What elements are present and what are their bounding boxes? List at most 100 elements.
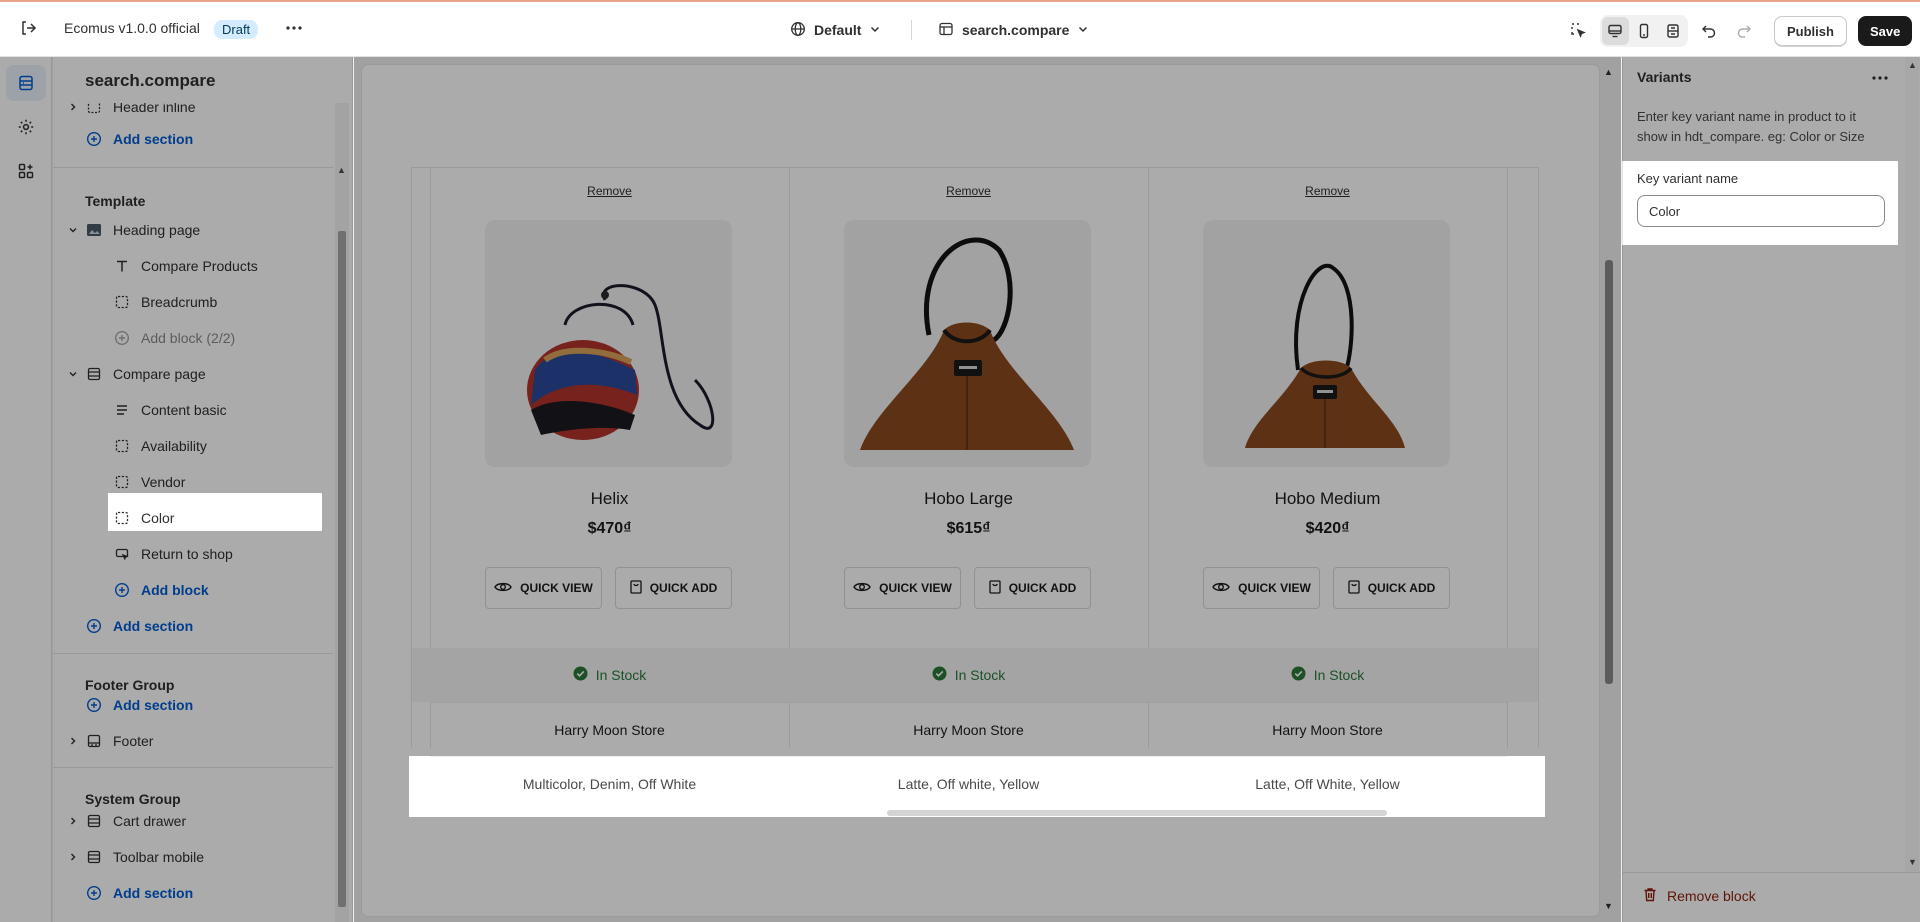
block-icon <box>113 509 131 527</box>
preview-scrollbar[interactable]: ▲ ▼ <box>1601 65 1617 916</box>
redo-icon[interactable] <box>1732 18 1756 42</box>
sections-icon[interactable] <box>6 65 46 101</box>
quick-add-button[interactable]: QUICK ADD <box>1333 567 1450 609</box>
add-section-label: Add section <box>113 697 194 713</box>
chevron-right-icon[interactable] <box>65 813 81 829</box>
add-block-button-disabled[interactable]: Add block (2/2) <box>53 322 333 354</box>
divider <box>53 167 333 168</box>
tree-item-vendor[interactable]: Vendor <box>53 466 333 498</box>
quick-add-label: QUICK ADD <box>1367 581 1436 595</box>
product-name[interactable]: Helix <box>430 489 789 509</box>
tree-item-availability[interactable]: Availability <box>53 430 333 462</box>
scroll-up-icon[interactable]: ▲ <box>1604 67 1613 77</box>
theme-selector[interactable]: Default <box>790 16 881 44</box>
add-section-button[interactable]: Add section <box>53 877 333 909</box>
text-icon <box>113 257 131 275</box>
add-block-label: Add block (2/2) <box>141 330 236 346</box>
tree-item-content-basic[interactable]: Content basic <box>53 394 333 426</box>
desktop-view-icon[interactable] <box>1602 17 1629 45</box>
save-button[interactable]: Save <box>1858 16 1913 46</box>
check-circle-icon <box>573 666 588 684</box>
remove-link[interactable]: Remove <box>430 184 789 198</box>
left-panel-scrollbar[interactable]: ▲ ▼ <box>335 103 349 922</box>
plus-circle-icon <box>85 130 103 148</box>
divider <box>53 653 333 654</box>
device-switcher <box>1600 15 1688 47</box>
availability-row: In Stock In Stock In Stock <box>412 648 1538 702</box>
product-image-hobo-large[interactable] <box>844 220 1091 467</box>
bag-icon <box>630 579 642 597</box>
scrollbar-thumb[interactable] <box>338 231 346 907</box>
product-name[interactable]: Hobo Large <box>789 489 1148 509</box>
quick-view-button[interactable]: QUICK VIEW <box>1203 567 1320 609</box>
undo-icon[interactable] <box>1697 18 1721 42</box>
block-icon <box>113 293 131 311</box>
tree-item-color[interactable]: Color <box>53 502 333 534</box>
more-actions-icon[interactable] <box>1867 66 1893 90</box>
fullscreen-view-icon[interactable] <box>1659 17 1686 45</box>
remove-block-button[interactable]: Remove block <box>1643 887 1756 905</box>
chevron-down-icon[interactable] <box>65 222 81 238</box>
vendor-value: Harry Moon Store <box>789 702 1148 756</box>
remove-block-label: Remove block <box>1667 888 1756 904</box>
quick-view-button[interactable]: QUICK VIEW <box>844 567 961 609</box>
inspector-icon[interactable] <box>1566 18 1590 42</box>
tree-item-heading-page[interactable]: Heading page <box>53 214 333 246</box>
remove-link[interactable]: Remove <box>1148 184 1507 198</box>
status-badge: Draft <box>214 20 259 39</box>
tree-item-breadcrumb[interactable]: Breadcrumb <box>53 286 333 318</box>
product-image-helix[interactable] <box>485 220 732 467</box>
add-section-button[interactable]: Add section <box>53 689 333 721</box>
tree-item-label: Compare Products <box>141 258 258 274</box>
tree-item-return-to-shop[interactable]: Return to shop <box>53 538 333 570</box>
apps-icon[interactable] <box>6 153 46 189</box>
block-icon <box>113 437 131 455</box>
scroll-up-icon[interactable]: ▲ <box>337 165 346 175</box>
tree-item-label: Cart drawer <box>113 813 187 829</box>
tree-item-footer[interactable]: Footer <box>53 725 333 757</box>
scrollbar-thumb[interactable] <box>1605 260 1613 684</box>
template-selector[interactable]: search.compare <box>938 16 1089 44</box>
quick-add-button[interactable]: QUICK ADD <box>974 567 1091 609</box>
paragraph-icon <box>113 401 131 419</box>
footer-section-icon <box>85 732 103 750</box>
section-icon <box>85 103 103 116</box>
remove-link[interactable]: Remove <box>789 184 1148 198</box>
horizontal-scrollbar[interactable] <box>887 810 1387 816</box>
product-price: $420₫ <box>1305 520 1350 537</box>
tree-item-toolbar-mobile[interactable]: Toolbar mobile <box>53 841 333 873</box>
mobile-view-icon[interactable] <box>1631 17 1658 45</box>
exit-icon[interactable] <box>16 16 40 40</box>
chevron-down-icon <box>869 22 881 38</box>
chevron-right-icon[interactable] <box>65 849 81 865</box>
image-section-icon <box>85 221 103 239</box>
product-image-hobo-medium[interactable] <box>1203 220 1450 467</box>
tree-item-label: Header inline <box>113 103 196 115</box>
publish-button[interactable]: Publish <box>1774 16 1847 46</box>
button-block-icon <box>113 545 131 563</box>
more-actions-icon[interactable] <box>282 16 306 40</box>
key-variant-input[interactable] <box>1637 195 1885 227</box>
scroll-down-icon[interactable]: ▼ <box>1908 857 1917 867</box>
product-name[interactable]: Hobo Medium <box>1148 489 1507 509</box>
tree-item-compare-products[interactable]: Compare Products <box>53 250 333 282</box>
add-block-button[interactable]: Add block <box>53 574 333 606</box>
tree-item-header-inline[interactable]: Header inline <box>53 103 333 123</box>
add-section-button[interactable]: Add section <box>53 123 333 155</box>
quick-add-button[interactable]: QUICK ADD <box>615 567 732 609</box>
quick-view-button[interactable]: QUICK VIEW <box>485 567 602 609</box>
add-section-label: Add section <box>113 885 194 901</box>
chevron-down-icon[interactable] <box>65 366 81 382</box>
settings-icon[interactable] <box>6 109 46 145</box>
chevron-right-icon[interactable] <box>65 103 81 115</box>
vendor-value: Harry Moon Store <box>430 702 789 756</box>
tree-item-label: Vendor <box>141 474 186 490</box>
tree-item-cart-drawer[interactable]: Cart drawer <box>53 805 333 837</box>
scroll-down-icon[interactable]: ▼ <box>1604 901 1613 911</box>
chevron-right-icon[interactable] <box>65 733 81 749</box>
add-section-button[interactable]: Add section <box>53 610 333 642</box>
tree-item-compare-page[interactable]: Compare page <box>53 358 333 390</box>
scroll-up-icon[interactable]: ▲ <box>1908 60 1917 70</box>
product-column: Remove Hobo Medium $420₫ QUICK VIEW QUIC… <box>1148 168 1507 648</box>
right-panel-scrollbar[interactable]: ▲ ▼ <box>1905 57 1919 872</box>
